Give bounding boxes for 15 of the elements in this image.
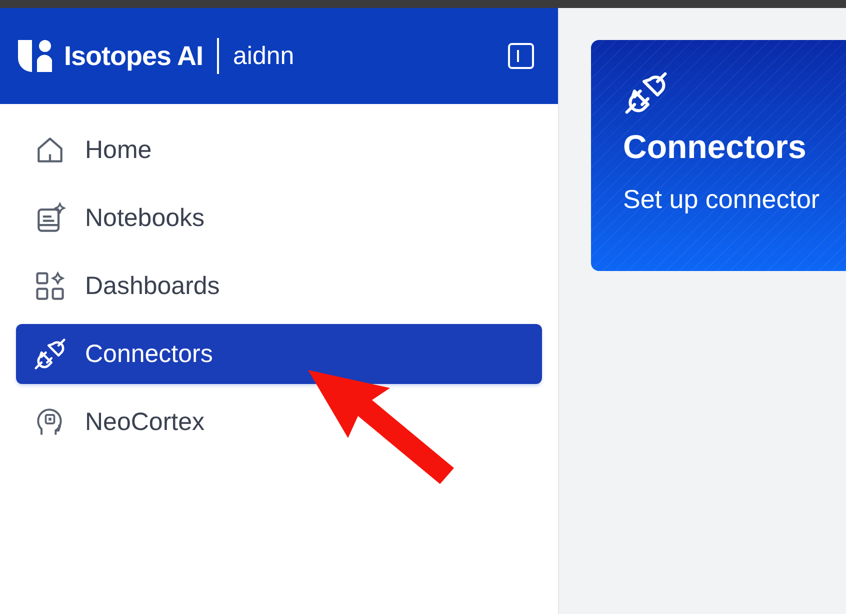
sidebar-toggle-button[interactable] [508, 43, 534, 69]
nav-item[interactable]: NeoCortex [16, 392, 542, 452]
nav-item[interactable]: Home [16, 120, 542, 180]
brand-name: Isotopes AI [64, 40, 204, 72]
logo-icon [18, 40, 52, 72]
plug-icon [623, 70, 669, 116]
card-description: Set up connector [623, 184, 821, 215]
nav-item[interactable]: Dashboards [16, 256, 542, 316]
nav-item[interactable]: Notebooks [16, 188, 542, 248]
nav-item[interactable]: Connectors [16, 324, 542, 384]
plug-icon [33, 337, 67, 371]
connectors-card[interactable]: Connectors Set up connector [591, 40, 846, 271]
product-name: aidnn [233, 42, 294, 70]
card-title: Connectors [623, 128, 808, 166]
grid-icon [33, 269, 67, 303]
